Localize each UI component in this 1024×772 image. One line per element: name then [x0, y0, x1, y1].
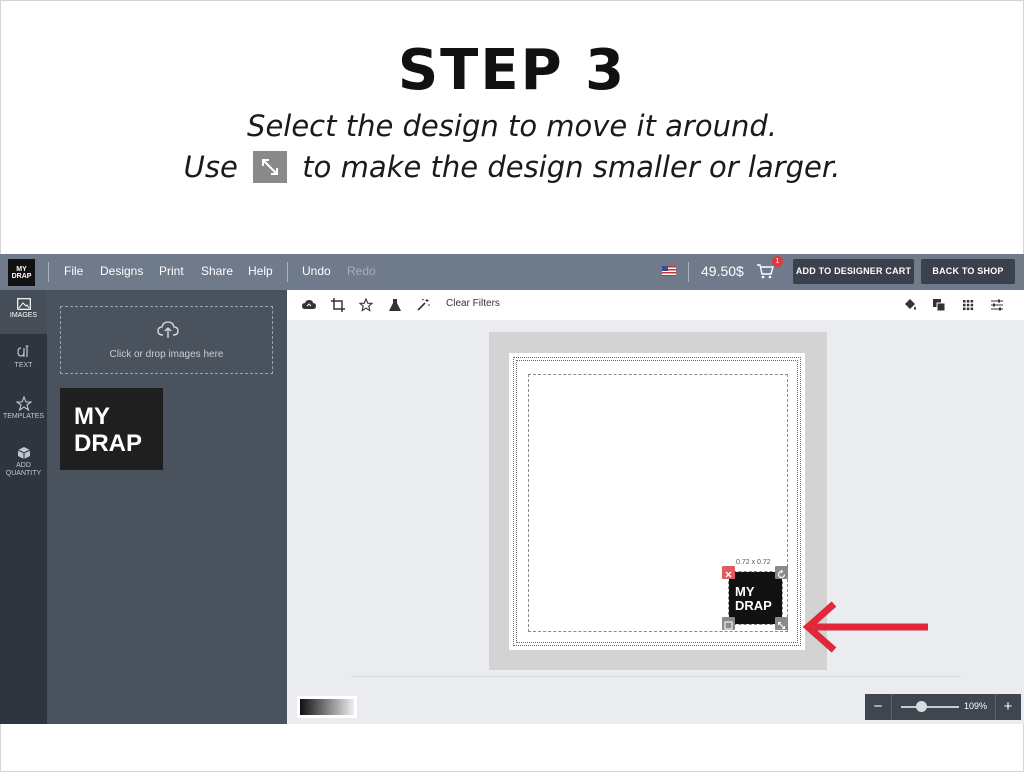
instruction-line-2-start: Use [183, 150, 238, 184]
menu-divider [48, 262, 49, 282]
rotate-icon[interactable] [775, 566, 788, 579]
undo-button[interactable]: Undo [302, 264, 331, 278]
color-gradient-swatch[interactable] [297, 696, 357, 718]
shopping-cart-icon[interactable] [756, 263, 774, 279]
layers-icon[interactable] [932, 298, 946, 312]
image-dropzone[interactable]: Click or drop images here [60, 306, 273, 374]
dropzone-hint: Click or drop images here [109, 349, 224, 360]
menu-file[interactable]: File [64, 264, 83, 278]
rail-item-label: QUANTITY [5, 470, 42, 477]
images-panel: Click or drop images here MY DRAP [47, 290, 287, 724]
rail-item-add-quantity[interactable]: ADD QUANTITY [0, 446, 47, 490]
zoom-divider [891, 694, 892, 720]
cart-count-badge: 1 [772, 256, 783, 267]
image-icon [16, 298, 31, 310]
layer-icon[interactable] [722, 617, 735, 630]
zoom-level: 109% [964, 701, 988, 711]
zoom-slider-handle[interactable] [915, 701, 927, 712]
resize-diagonal-icon [253, 151, 288, 183]
gradient-fill [300, 699, 354, 715]
magic-wand-icon[interactable] [416, 298, 430, 312]
design-line-2: DRAP [735, 598, 772, 613]
menu-divider [287, 262, 288, 282]
workspace-divider [351, 676, 961, 677]
step-title: STEP 3 [397, 38, 627, 103]
menu-share[interactable]: Share [201, 264, 233, 278]
zoom-control: − 109% + [865, 694, 1021, 720]
instruction-line-2-end: to make the design smaller or larger. [302, 150, 841, 184]
menu-divider [688, 262, 689, 282]
zoom-divider [995, 694, 996, 720]
design-workspace: Clear Filters MY DRAP 0.72 x 0.72 − 109%… [287, 290, 1024, 724]
text-icon [16, 345, 28, 357]
us-flag-icon[interactable] [662, 266, 676, 276]
add-to-designer-cart-button[interactable]: ADD TO DESIGNER CART [793, 259, 914, 284]
logo-line-2: DRAP [11, 273, 32, 280]
rail-item-label: TEMPLATES [2, 413, 45, 420]
design-line-1: MY [735, 584, 755, 599]
top-menu-bar: MY DRAP File Designs Print Share Help Un… [0, 254, 1024, 290]
thumbnail-line-1: MY [74, 403, 110, 430]
grid-icon[interactable] [961, 298, 975, 312]
star-icon [15, 396, 32, 411]
rail-item-label: IMAGES [9, 312, 38, 319]
instruction-line-1: Select the design to move it around. [247, 109, 777, 143]
instruction-line-2: Use to make the design smaller or larger… [0, 150, 1024, 184]
image-toolbar: Clear Filters [287, 290, 1024, 320]
design-logo-text: MY DRAP [735, 585, 772, 613]
cloud-upload-icon [157, 321, 179, 338]
paint-bucket-icon[interactable] [903, 298, 917, 312]
logo-line-1: MY [16, 266, 27, 273]
sliders-icon[interactable] [990, 298, 1004, 312]
menu-help[interactable]: Help [248, 264, 273, 278]
zoom-in-button[interactable]: + [999, 698, 1017, 716]
menu-designs[interactable]: Designs [100, 264, 143, 278]
cart-total-price: 49.50$ [701, 263, 744, 279]
thumbnail-line-2: DRAP [74, 430, 143, 457]
delete-icon[interactable] [722, 566, 735, 579]
rail-item-label: TEXT [14, 362, 33, 369]
zoom-slider-track[interactable] [901, 706, 959, 708]
rail-item-templates[interactable]: TEMPLATES [0, 396, 47, 436]
tool-rail: IMAGES TEXT TEMPLATES ADD QUANTITY [0, 290, 47, 724]
design-dimensions: 0.72 x 0.72 [736, 559, 771, 566]
clear-filters-button[interactable]: Clear Filters [446, 298, 500, 309]
rail-item-label: ADD [16, 462, 31, 469]
star-icon[interactable] [359, 298, 373, 312]
flask-icon[interactable] [388, 298, 402, 312]
box-icon [17, 447, 30, 459]
redo-button[interactable]: Redo [347, 264, 376, 278]
red-arrow-icon [802, 601, 928, 653]
uploaded-image-thumbnail[interactable]: MY DRAP [60, 388, 163, 470]
rail-item-images[interactable]: IMAGES [0, 290, 47, 334]
menu-print[interactable]: Print [159, 264, 184, 278]
zoom-out-button[interactable]: − [869, 698, 887, 716]
mydrap-logo[interactable]: MY DRAP [8, 259, 35, 286]
resize-icon[interactable] [775, 617, 788, 630]
rail-item-text[interactable]: TEXT [0, 344, 47, 384]
thumbnail-logo-text: MY DRAP [74, 403, 142, 457]
cloud-icon[interactable] [302, 298, 316, 312]
crop-icon[interactable] [331, 298, 345, 312]
back-to-shop-button[interactable]: BACK TO SHOP [921, 259, 1015, 284]
